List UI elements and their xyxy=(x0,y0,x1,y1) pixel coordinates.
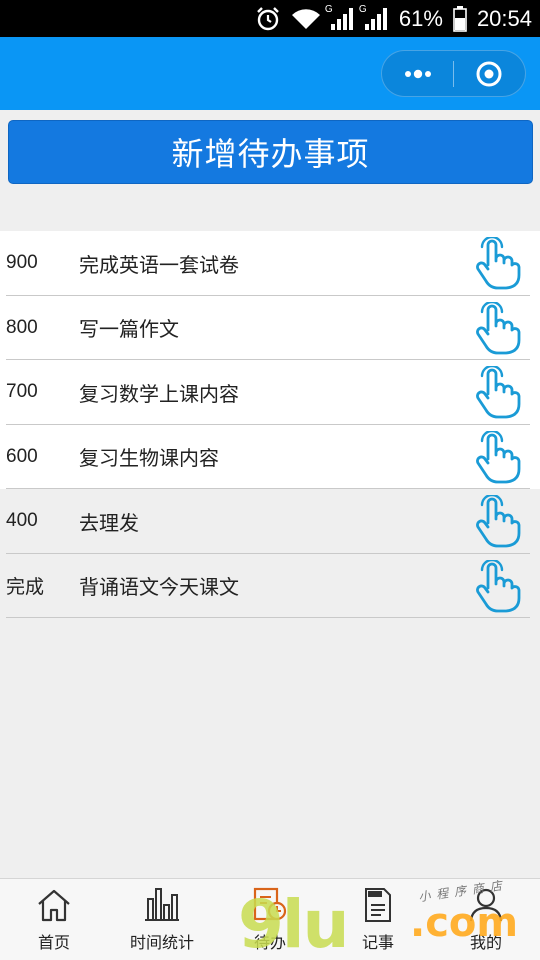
todo-value: 400 xyxy=(6,510,38,532)
hand-pointer-icon[interactable] xyxy=(474,366,522,420)
clock-time: 20:54 xyxy=(476,5,532,31)
nav-header xyxy=(0,37,540,110)
todo-value: 600 xyxy=(6,445,38,467)
todo-text: 复习生物课内容 xyxy=(79,446,219,471)
more-dots-icon xyxy=(404,69,431,78)
notes-icon xyxy=(365,888,391,922)
bottom-tab-bar: 首页 时间统计 待办 记事 我的 xyxy=(0,878,540,960)
tab-label: 待办 xyxy=(253,933,286,952)
hand-pointer-icon[interactable] xyxy=(474,237,522,291)
todo-value: 700 xyxy=(6,381,38,403)
tab-label: 首页 xyxy=(37,933,70,952)
hand-pointer-icon[interactable] xyxy=(474,301,522,356)
todo-text: 去理发 xyxy=(79,510,139,535)
status-bar: G G 61% 20:54 xyxy=(0,0,540,37)
hand-pointer-icon[interactable] xyxy=(474,430,522,485)
todo-row[interactable]: 800 写一篇作文 xyxy=(0,295,540,360)
home-icon xyxy=(38,889,70,922)
more-button[interactable] xyxy=(382,50,453,97)
battery-icon xyxy=(453,5,467,32)
todo-text: 写一篇作文 xyxy=(79,317,179,342)
todo-value: 完成 xyxy=(6,577,45,599)
todo-row[interactable]: 900 完成英语一套试卷 xyxy=(0,231,540,296)
todo-text: 完成英语一套试卷 xyxy=(79,252,239,277)
bar-chart-icon xyxy=(145,888,179,921)
todo-value: 800 xyxy=(6,316,38,338)
wifi-icon xyxy=(291,8,320,29)
target-circle-icon xyxy=(476,61,502,86)
add-todo-button[interactable]: 新增待办事项 xyxy=(8,120,533,184)
todo-text: 复习数学上课内容 xyxy=(79,381,239,406)
tab-label: 时间统计 xyxy=(129,933,194,952)
tab-mine[interactable]: 我的 xyxy=(432,879,540,960)
todo-clock-icon xyxy=(253,887,287,921)
signal-icon: G xyxy=(359,4,389,30)
todo-row[interactable]: 400 去理发 xyxy=(0,489,540,554)
tab-todo[interactable]: 待办 xyxy=(216,879,324,960)
signal-icon: G xyxy=(325,4,355,30)
hand-pointer-icon[interactable] xyxy=(474,559,522,614)
todo-row[interactable]: 完成 背诵语文今天课文 xyxy=(0,554,540,618)
hand-pointer-icon[interactable] xyxy=(474,495,522,549)
todo-row[interactable]: 600 复习生物课内容 xyxy=(0,424,540,489)
close-button[interactable] xyxy=(454,50,525,97)
user-icon xyxy=(469,888,503,922)
mini-program-capsule xyxy=(381,50,526,97)
tab-notes[interactable]: 记事 xyxy=(324,879,432,960)
tab-time-stats[interactable]: 时间统计 xyxy=(108,879,216,960)
row-divider xyxy=(6,617,530,618)
todo-list: 900 完成英语一套试卷 800 写一篇作文 700 复习数学上课内容 600 … xyxy=(0,231,540,618)
tab-home[interactable]: 首页 xyxy=(0,879,108,960)
todo-text: 背诵语文今天课文 xyxy=(79,575,239,600)
todo-value: 900 xyxy=(6,252,38,274)
alarm-icon xyxy=(257,6,279,30)
tab-label: 我的 xyxy=(469,933,502,952)
todo-row[interactable]: 700 复习数学上课内容 xyxy=(0,360,540,425)
tab-label: 记事 xyxy=(361,933,394,952)
battery-percent: 61% xyxy=(398,5,443,31)
